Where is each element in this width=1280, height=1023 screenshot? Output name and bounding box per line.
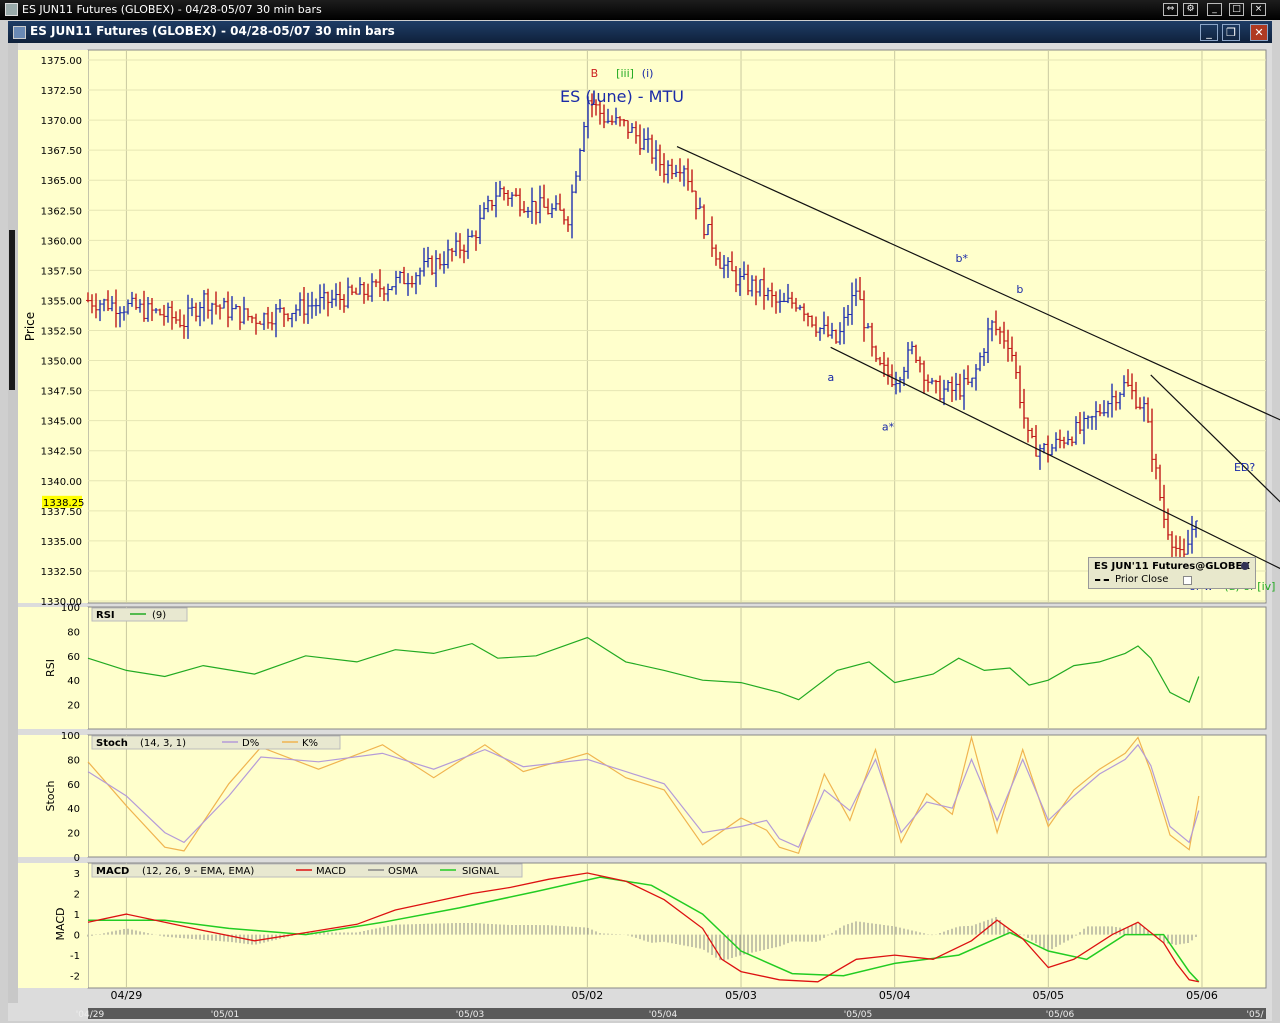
- rsi-param: (9): [152, 610, 166, 621]
- price-tick-label: 1335.00: [41, 537, 82, 548]
- stoch-tick-label: 60: [67, 780, 80, 791]
- macd-axis-label: MACD: [54, 908, 67, 941]
- price-tick-label: 1372.50: [41, 86, 82, 97]
- scroll-date-label: '05/06: [1046, 1010, 1075, 1020]
- price-tick-label: 1360.00: [41, 236, 82, 247]
- rsi-tick-label: 60: [67, 652, 80, 663]
- stoch-d-label: D%: [242, 738, 259, 749]
- macd-label: MACD: [96, 866, 129, 877]
- chart-canvas[interactable]: 04/29 05/02 05/03 05/04 05/05 05/06 '04/29 '05/…: [0, 0, 1280, 1023]
- legend-settings-icon[interactable]: [1241, 562, 1249, 570]
- rsi-tick-label: 40: [67, 676, 80, 687]
- rsi-tick-label: 20: [67, 701, 80, 712]
- stoch-tick-label: 20: [67, 829, 80, 840]
- wave-label: (i): [642, 67, 654, 80]
- wave-label: b: [1016, 283, 1023, 296]
- wave-label: a: [827, 371, 834, 384]
- price-tick-label: 1340.00: [41, 477, 82, 488]
- panel-2: [87, 734, 1267, 858]
- scroll-date-label: '05/05: [844, 1010, 872, 1020]
- rsi-axis-label: RSI: [44, 659, 57, 677]
- price-tick-label: 1355.00: [41, 296, 82, 307]
- stoch-axis-label: Stoch: [44, 780, 57, 811]
- prior-close-checkbox[interactable]: [1183, 576, 1192, 585]
- price-tick-label: 1362.50: [41, 206, 82, 217]
- wave-label: ED?: [1234, 461, 1255, 474]
- signal-label: SIGNAL: [462, 866, 499, 877]
- price-axis-label: Price: [23, 312, 37, 341]
- rsi-label: RSI: [96, 610, 115, 621]
- stoch-label: Stoch: [96, 738, 128, 749]
- time-axis-label: 05/05: [1032, 989, 1064, 1002]
- legend-symbol-name: ES JUN'11 Futures@GLOBEX: [1094, 561, 1251, 572]
- vertical-scrollbar-thumb[interactable]: [9, 230, 15, 390]
- scroll-date-label: '05/01: [211, 1010, 239, 1020]
- macd-tick-label: -1: [70, 951, 80, 962]
- osma-label: OSMA: [388, 866, 418, 877]
- macd-tick-label: 0: [74, 931, 80, 942]
- price-tick-label: 1350.00: [41, 357, 82, 368]
- panel-0: [87, 49, 1267, 604]
- macd-tick-label: 1: [74, 910, 80, 921]
- price-tick-label: 1352.50: [41, 327, 82, 338]
- stoch-tick-label: 80: [67, 755, 80, 766]
- price-tick-label: 1367.50: [41, 146, 82, 157]
- price-tick-label: 1332.50: [41, 567, 82, 578]
- time-axis-label: 05/06: [1186, 989, 1218, 1002]
- price-tick-label: 1345.00: [41, 417, 82, 428]
- panel-1: [87, 606, 1267, 730]
- time-axis-label: 04/29: [111, 989, 143, 1002]
- stoch-k-label: K%: [302, 738, 318, 749]
- time-axis-label: 05/03: [725, 989, 757, 1002]
- price-tick-label: 1347.50: [41, 387, 82, 398]
- price-legend: ES JUN'11 Futures@GLOBEX Prior Close: [1088, 557, 1256, 589]
- wave-label: b*: [955, 252, 968, 265]
- macd-tick-label: -2: [70, 972, 80, 983]
- macd-param: (12, 26, 9 - EMA, EMA): [142, 866, 254, 877]
- legend-prior-close: Prior Close: [1115, 574, 1169, 585]
- stoch-tick-label: 100: [61, 731, 80, 742]
- left-toolbar: [8, 43, 18, 1003]
- macd-tick-label: 3: [74, 869, 80, 880]
- price-tick-label: 1375.00: [41, 56, 82, 67]
- dashed-line-icon: [1095, 579, 1109, 581]
- time-axis-label: 05/04: [879, 989, 911, 1002]
- chart-title: ES (June) - MTU: [560, 87, 684, 106]
- scroll-date-label: '05/04: [649, 1010, 678, 1020]
- time-axis-label: 05/02: [572, 989, 604, 1002]
- rsi-tick-label: 100: [61, 603, 80, 614]
- scroll-date-label: '04/29: [76, 1010, 105, 1020]
- macd-tick-label: 2: [74, 890, 80, 901]
- panel-3: [87, 862, 1267, 989]
- stoch-tick-label: 0: [74, 853, 80, 864]
- price-tick-label: 1370.00: [41, 116, 82, 127]
- scroll-date-label: '05/03: [456, 1010, 484, 1020]
- last-price-label: 1338.25: [43, 498, 84, 509]
- stoch-tick-label: 40: [67, 804, 80, 815]
- scroll-date-label: '05/: [1247, 1010, 1265, 1020]
- wave-label: B: [591, 67, 599, 80]
- stoch-param: (14, 3, 1): [140, 738, 186, 749]
- macd-line-label: MACD: [316, 866, 346, 877]
- axis-strip-3: [18, 863, 88, 988]
- wave-label: a*: [882, 420, 895, 433]
- rsi-tick-label: 80: [67, 627, 80, 638]
- price-tick-label: 1365.00: [41, 176, 82, 187]
- price-tick-label: 1357.50: [41, 266, 82, 277]
- wave-label: [iii]: [616, 67, 634, 80]
- price-tick-label: 1342.50: [41, 447, 82, 458]
